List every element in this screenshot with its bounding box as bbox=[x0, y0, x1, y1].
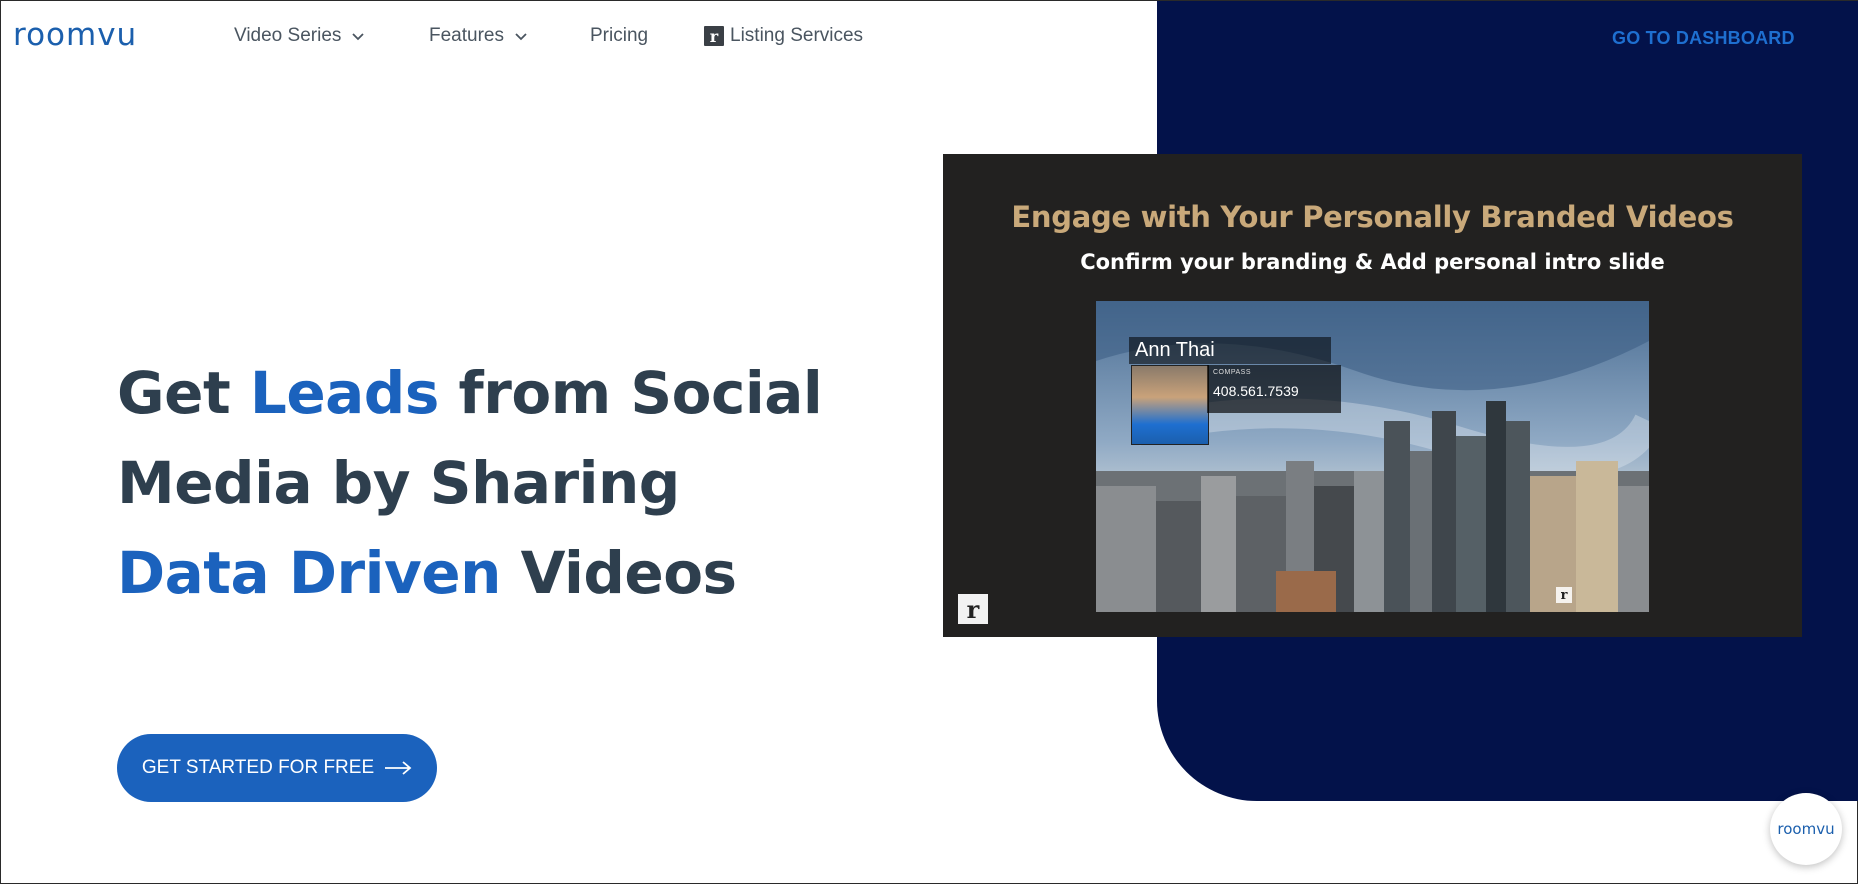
nav-item-label: Listing Services bbox=[730, 25, 864, 46]
arrow-right-icon bbox=[385, 761, 412, 775]
video-preview[interactable]: Engage with Your Personally Branded Vide… bbox=[943, 154, 1802, 637]
roomvu-chat-badge[interactable]: roomvu bbox=[1770, 793, 1842, 865]
nav-item-video-series[interactable]: Video Series bbox=[234, 25, 365, 47]
nav-item-pricing[interactable]: Pricing bbox=[590, 25, 648, 47]
agent-contact: COMPASS 408.561.7539 bbox=[1207, 365, 1341, 413]
cta-label: GET STARTED FOR FREE bbox=[141, 757, 375, 778]
roomvu-watermark-icon: r bbox=[1556, 587, 1572, 603]
city-skyline-image: Ann Thai COMPASS 408.561.7539 r bbox=[1096, 301, 1649, 612]
roomvu-r-logo-icon: r bbox=[958, 594, 988, 624]
roomvu-r-icon: r bbox=[704, 26, 724, 46]
agent-phone: 408.561.7539 bbox=[1213, 383, 1299, 399]
hero-highlight: Leads bbox=[249, 359, 439, 427]
go-to-dashboard-link[interactable]: GO TO DASHBOARD bbox=[1612, 28, 1795, 49]
chevron-down-icon bbox=[515, 33, 527, 41]
agent-company: COMPASS bbox=[1213, 369, 1251, 376]
nav-item-label: Features bbox=[429, 25, 504, 46]
agent-intro-card: Ann Thai COMPASS 408.561.7539 bbox=[1111, 315, 1351, 445]
nav-item-label: Pricing bbox=[590, 25, 649, 46]
agent-name: Ann Thai bbox=[1129, 337, 1331, 364]
nav-item-listing-services[interactable]: r Listing Services bbox=[704, 25, 863, 47]
hero-text: Videos bbox=[500, 539, 737, 607]
nav-item-features[interactable]: Features bbox=[429, 25, 528, 47]
video-subtitle: Confirm your branding & Add personal int… bbox=[1080, 250, 1665, 274]
hero-highlight: Data Driven bbox=[117, 539, 501, 607]
video-title: Engage with Your Personally Branded Vide… bbox=[1011, 200, 1734, 234]
chevron-down-icon bbox=[352, 33, 365, 41]
hero-headline: Get Leads from Social Media by Sharing D… bbox=[117, 348, 837, 618]
hero-text: Get bbox=[117, 359, 250, 427]
get-started-button[interactable]: GET STARTED FOR FREE bbox=[117, 734, 437, 802]
nav-item-label: Video Series bbox=[234, 25, 342, 46]
agent-photo bbox=[1131, 365, 1209, 445]
roomvu-logo[interactable]: roomvu bbox=[13, 17, 137, 53]
